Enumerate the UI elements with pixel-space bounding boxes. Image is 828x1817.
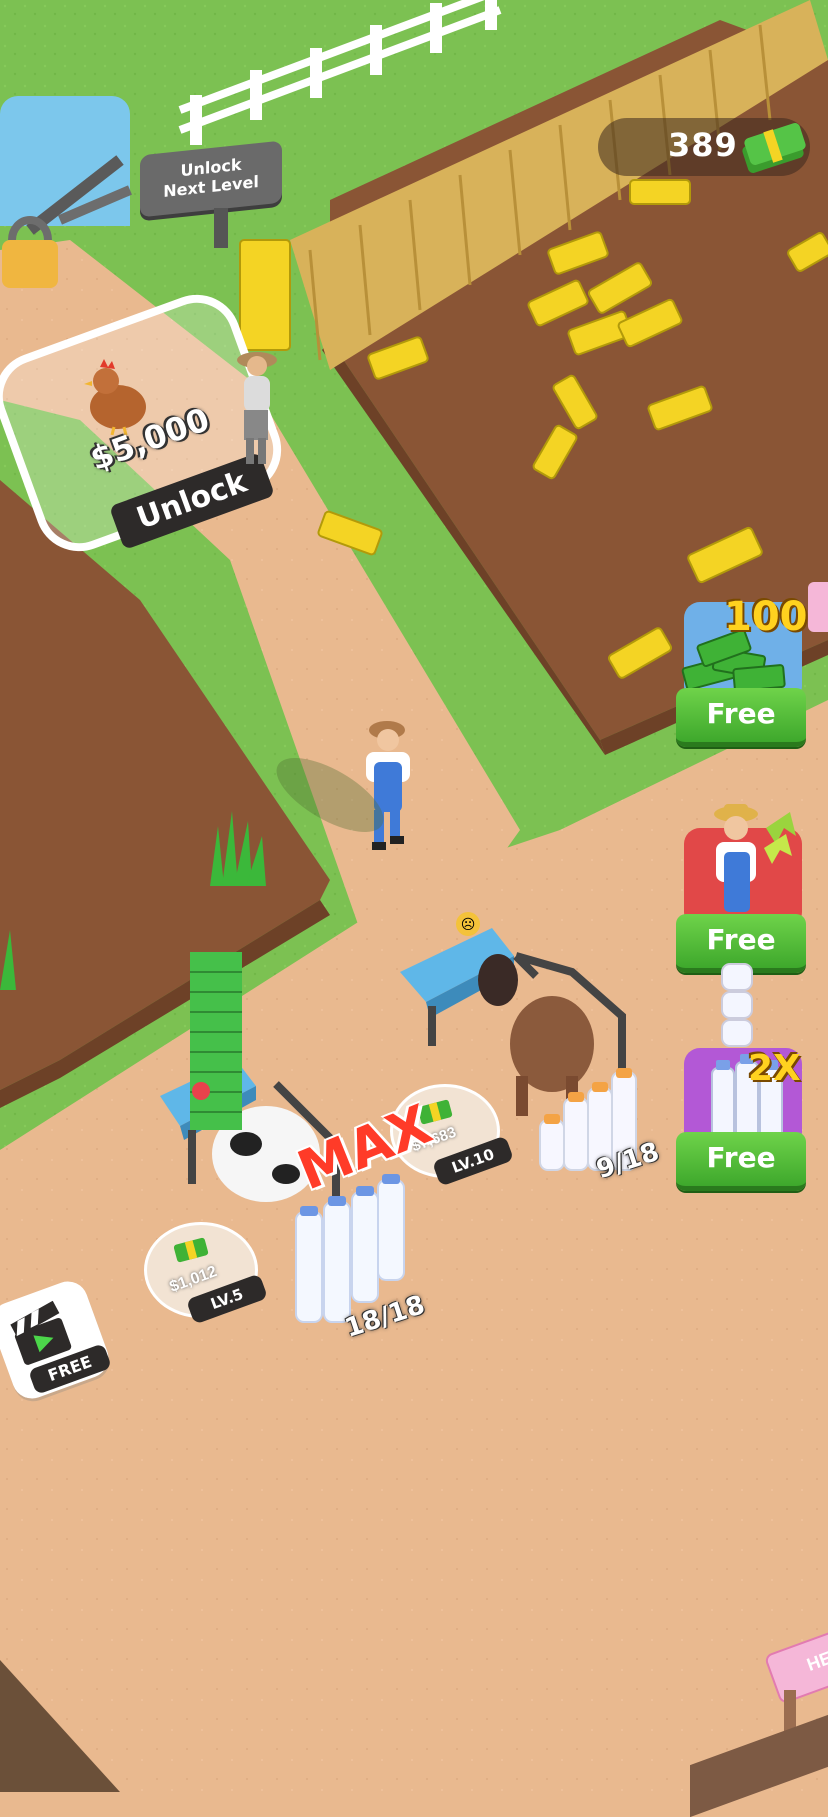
edge-sign-fragment: [808, 582, 828, 632]
cash-stack-icon: [742, 123, 806, 173]
corner-sign-text: HE: [804, 1647, 828, 1675]
offer-badge-2x: 2X: [748, 1048, 801, 1089]
free-button-cash[interactable]: Free: [676, 688, 806, 747]
crop-sprout: [210, 811, 266, 886]
padlock-icon: [2, 155, 132, 288]
cash-icon-cow: [173, 1237, 209, 1263]
offer-card-farmer[interactable]: [684, 804, 802, 928]
money-counter: 389: [598, 118, 810, 176]
free-button-milk[interactable]: Free: [676, 1132, 806, 1191]
game-scene[interactable]: Unlock Next Level 389 $5,000 Unlock 100 …: [0, 0, 828, 1817]
heart-icon: [192, 1082, 210, 1100]
milk-stack-right: [721, 963, 753, 1047]
offer-card-cash[interactable]: 100+: [681, 594, 828, 702]
sign-post: [214, 208, 228, 248]
farmer-speed-icon: [714, 804, 796, 912]
crop-sprout-small: [0, 930, 16, 990]
cash-tower: [190, 952, 242, 1130]
farmhand-character[interactable]: [222, 342, 292, 472]
money-amount: 389: [668, 126, 738, 164]
sad-mood-icon: ☹: [456, 912, 480, 936]
